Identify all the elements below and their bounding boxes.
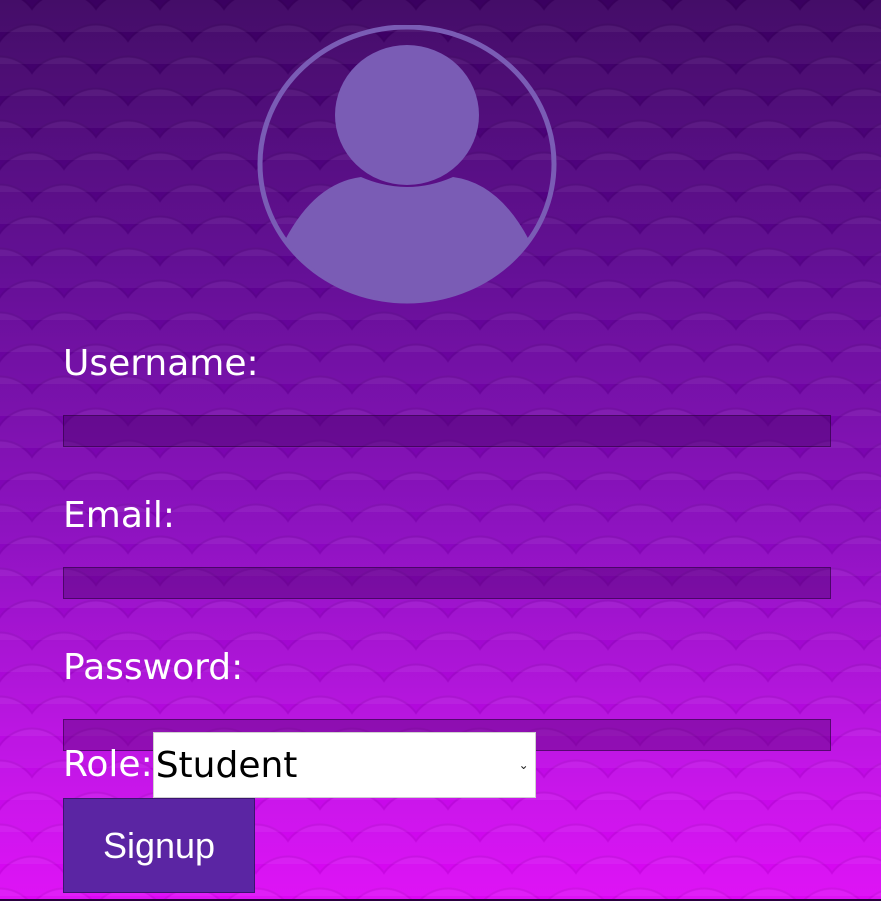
role-label: Role: [63, 744, 153, 785]
role-row: Role: Student ⌄ [63, 732, 536, 798]
username-label: Username: [63, 343, 259, 384]
username-input[interactable] [63, 415, 831, 447]
role-select[interactable]: Student ⌄ [152, 732, 536, 798]
password-label: Password: [63, 647, 244, 688]
email-label: Email: [63, 495, 176, 536]
chevron-down-icon: ⌄ [518, 758, 529, 772]
signup-form: Username: Email: Password: Role: Student… [63, 340, 831, 893]
email-input[interactable] [63, 567, 831, 599]
user-avatar-icon [257, 25, 557, 305]
signup-button[interactable]: Signup [63, 798, 255, 893]
role-selected-value: Student [155, 744, 298, 786]
